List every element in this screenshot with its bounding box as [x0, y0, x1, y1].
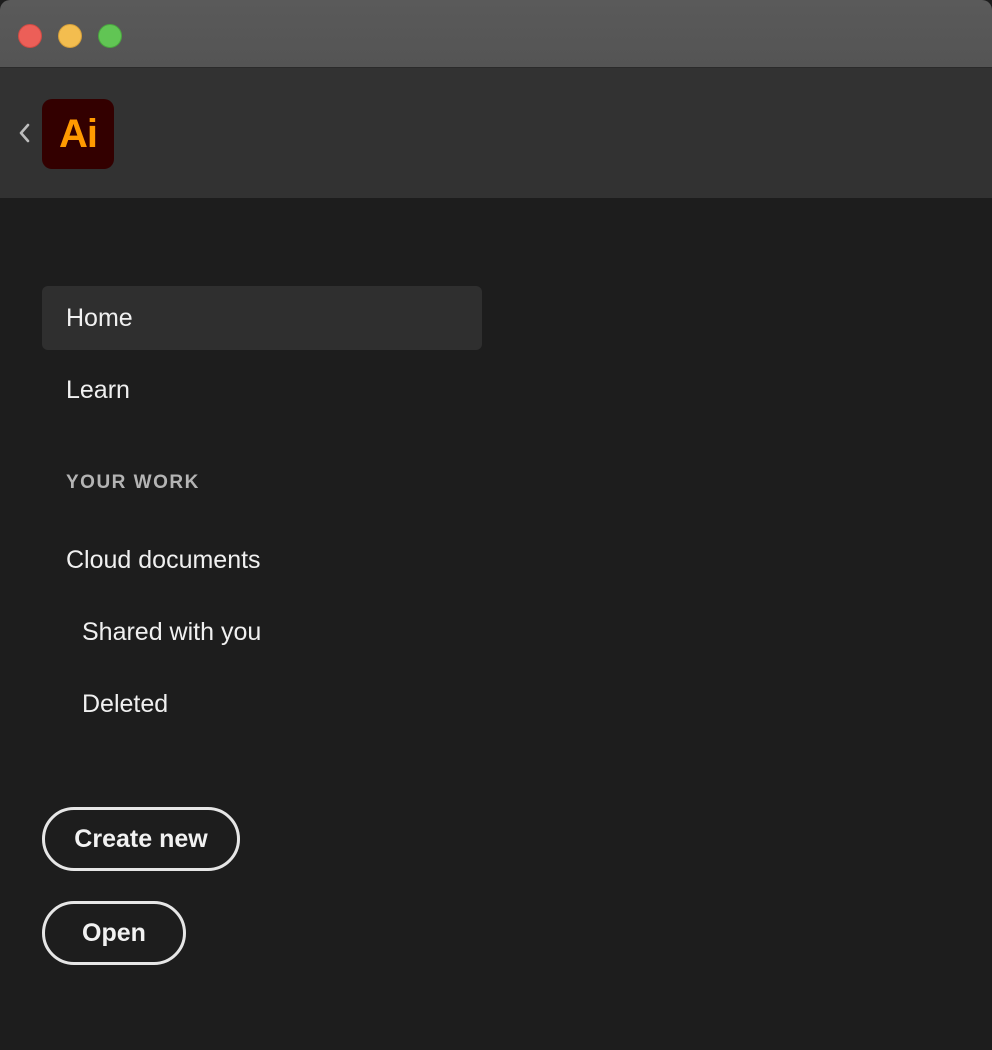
sidebar-item-label: Home — [66, 303, 133, 332]
zoom-window-button[interactable] — [98, 24, 122, 48]
open-button[interactable]: Open — [42, 901, 186, 965]
sidebar-item-deleted[interactable]: Deleted — [42, 672, 482, 736]
sidebar: Home Learn YOUR WORK Cloud documents Sha… — [0, 198, 992, 1050]
app-header: Ai — [0, 68, 992, 198]
chevron-left-icon[interactable] — [14, 120, 34, 146]
minimize-window-button[interactable] — [58, 24, 82, 48]
logo-text: Ai — [59, 111, 98, 156]
sidebar-item-label: Cloud documents — [66, 545, 261, 574]
close-window-button[interactable] — [18, 24, 42, 48]
sidebar-item-label: Shared with you — [82, 617, 262, 646]
create-new-button[interactable]: Create new — [42, 807, 240, 871]
title-bar[interactable] — [0, 0, 992, 68]
sidebar-item-home[interactable]: Home — [42, 286, 482, 350]
app-window: Ai Home Learn YOUR WORK Cloud documents … — [0, 0, 992, 1050]
sidebar-item-shared-with-you[interactable]: Shared with you — [42, 600, 482, 664]
sidebar-item-cloud-documents[interactable]: Cloud documents — [42, 528, 482, 592]
section-header-your-work: YOUR WORK — [66, 472, 200, 493]
sidebar-item-label: Learn — [66, 375, 130, 404]
sidebar-item-learn[interactable]: Learn — [42, 358, 482, 422]
illustrator-logo: Ai — [42, 99, 114, 169]
sidebar-item-label: Deleted — [82, 689, 169, 718]
